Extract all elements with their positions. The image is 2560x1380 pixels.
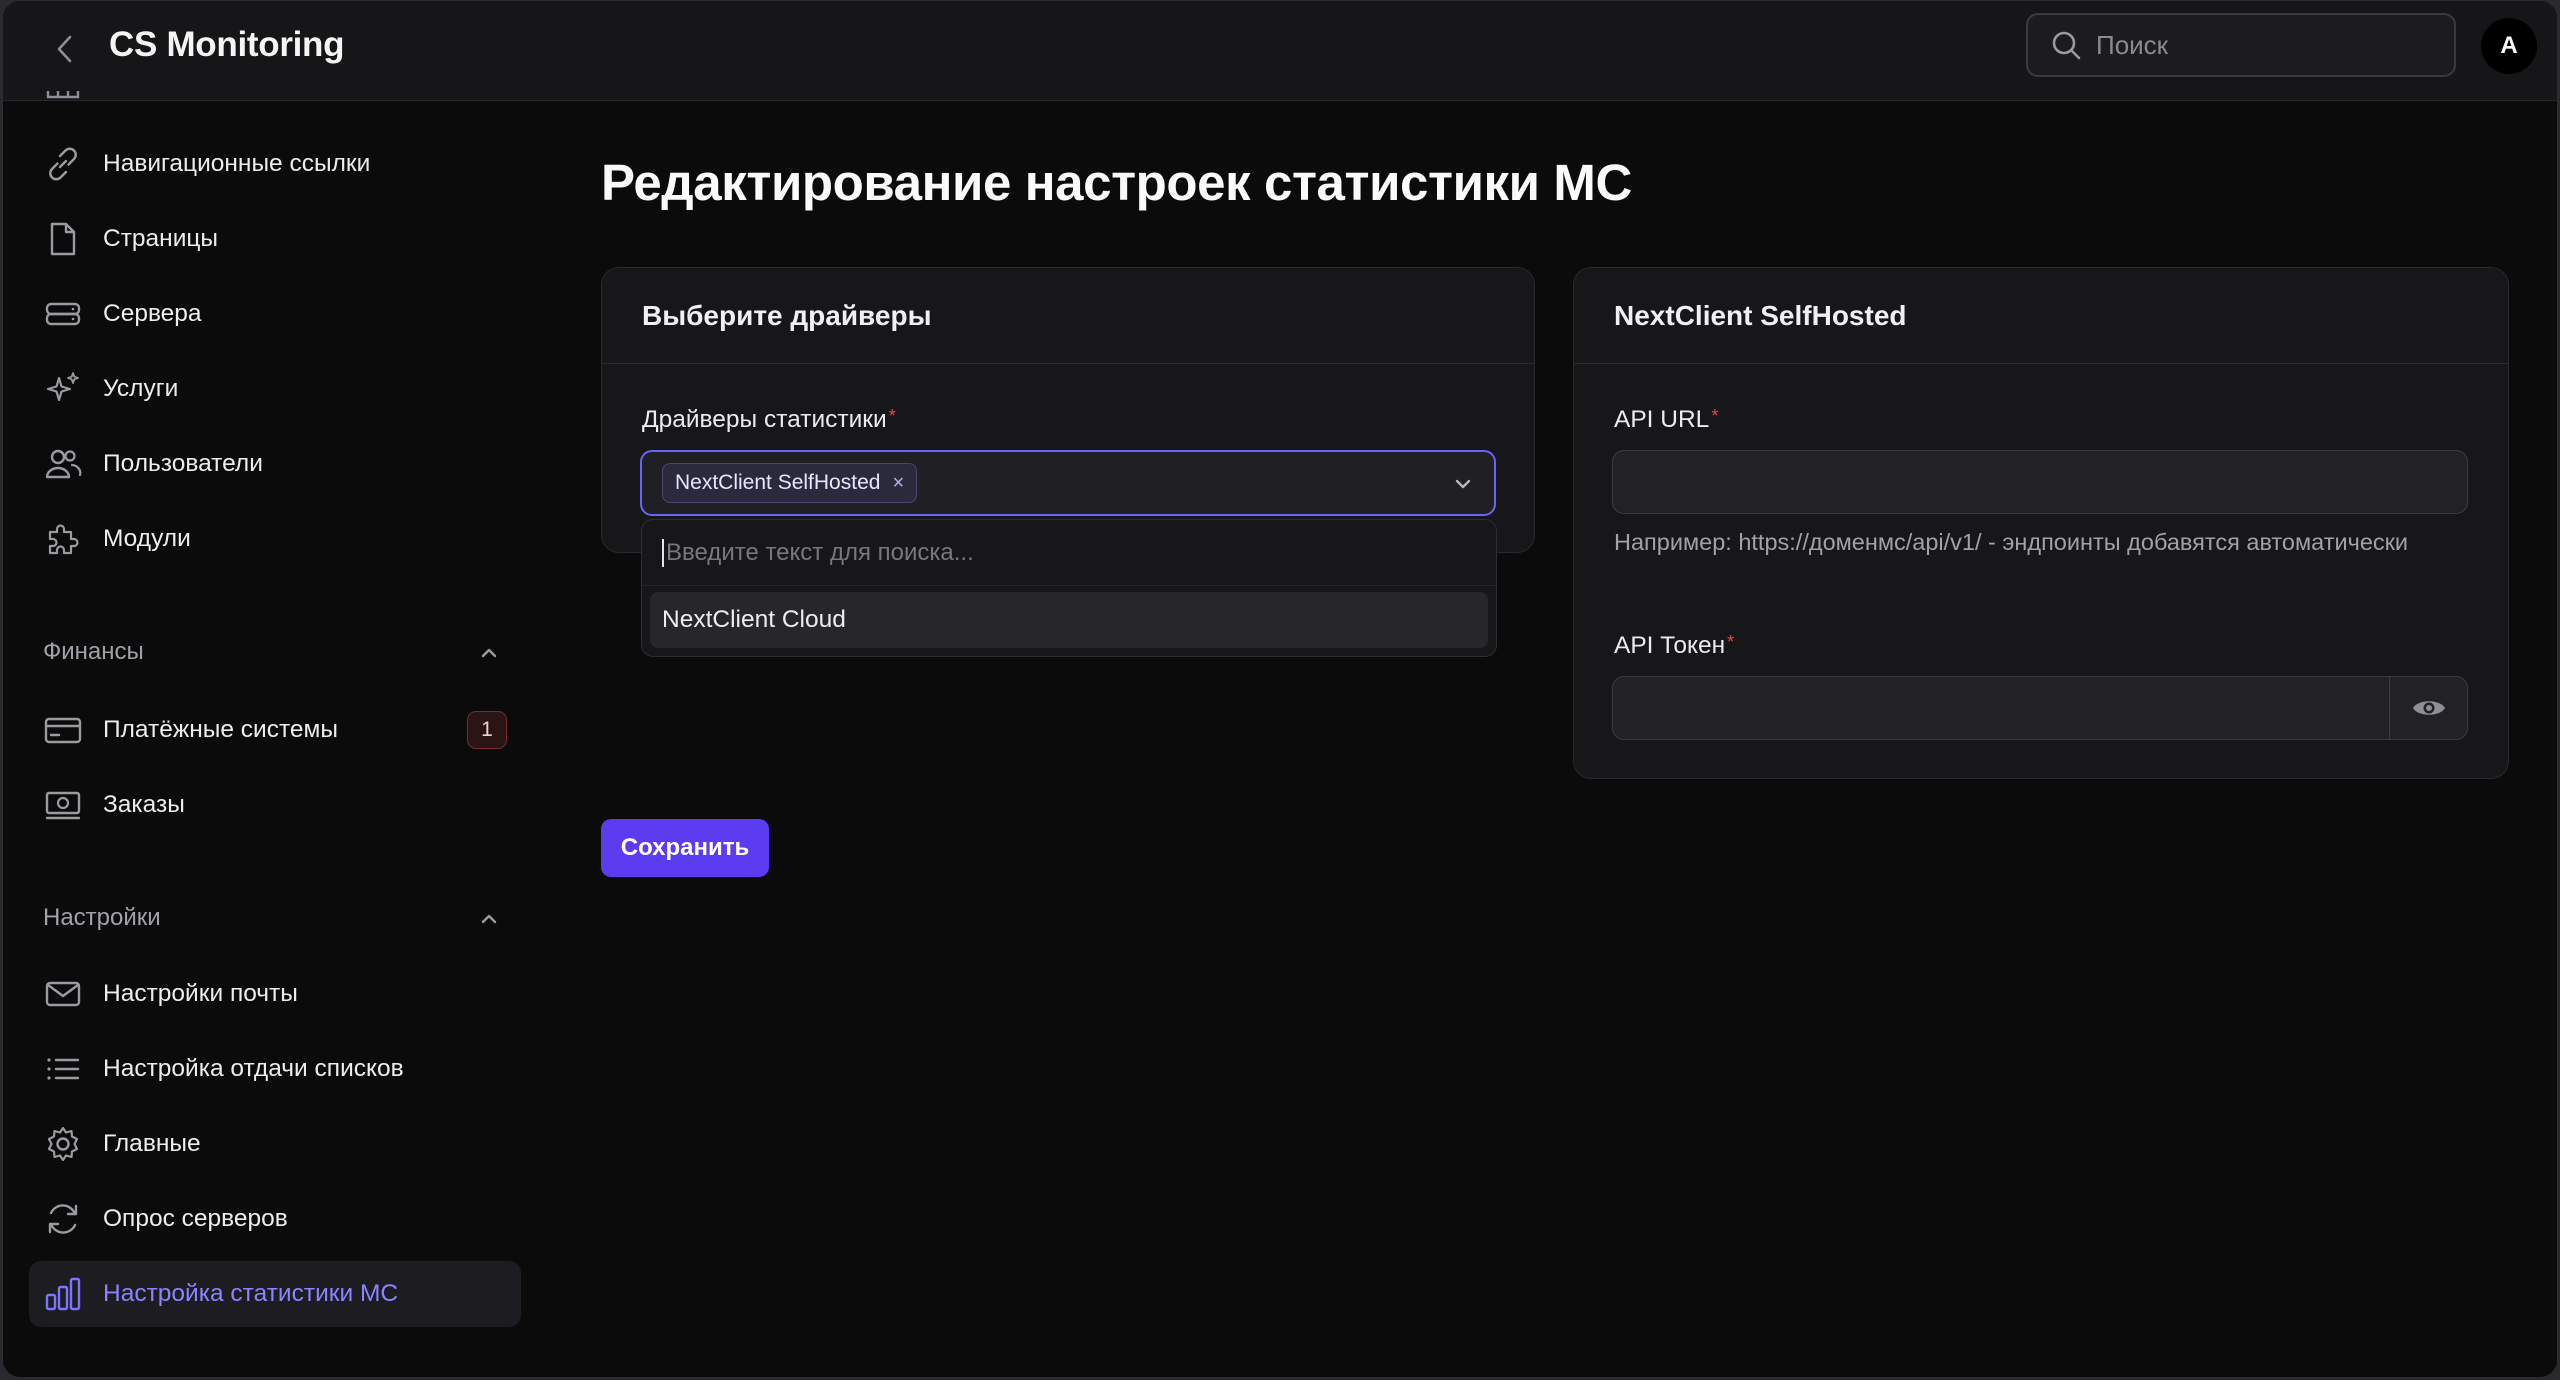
save-button[interactable]: Сохранить [601,819,769,877]
selected-chip: NextClient SelfHosted × [662,463,918,503]
drivers-dropdown: NextClient Cloud [641,519,1497,657]
card-heading: Выберите драйверы [602,268,1534,364]
api-token-field[interactable] [1612,676,2468,740]
sidebar-item-label: Модули [103,525,191,552]
back-button[interactable] [43,27,87,71]
eye-icon [2412,701,2445,715]
sidebar-item-orders[interactable]: Заказы [29,772,521,838]
server-icon [43,294,83,334]
partial-nav-icon [45,91,81,107]
sidebar-item-label: Платёжные системы [103,716,339,743]
envelope-icon [43,974,83,1014]
drivers-multiselect[interactable]: NextClient SelfHosted × [640,450,1496,516]
chip-label: NextClient SelfHosted [675,471,881,494]
chevron-up-icon[interactable] [477,907,501,931]
sidebar-item-label: Настройка отдачи списков [103,1055,404,1082]
sidebar: Навигационные ссылки Страницы Сервера Ус… [3,91,533,1377]
sidebar-item-modules[interactable]: Модули [29,506,521,572]
group-title-finance: Финансы [43,638,144,665]
list-icon [43,1049,83,1089]
required-marker: * [1727,632,1735,652]
group-title-settings: Настройки [43,904,161,931]
sidebar-item-server-polling[interactable]: Опрос серверов [29,1186,521,1252]
card-heading: NextClient SelfHosted [1574,268,2508,364]
top-bar: CS Monitoring A [3,1,2557,101]
chart-bar-icon [43,1274,83,1314]
api-url-label-text: API URL [1614,406,1710,433]
required-marker: * [888,406,896,426]
api-token-label: API Токен * [1614,632,1734,660]
app-window: CS Monitoring A Навигационные ссылки Стр… [2,0,2558,1378]
sidebar-item-payment-systems[interactable]: Платёжные системы 1 [29,697,521,763]
sidebar-item-label: Главные [103,1130,201,1157]
api-url-input[interactable] [1613,451,2467,513]
refresh-icon [43,1199,83,1239]
users-icon [43,444,83,484]
cash-icon [43,785,83,825]
dropdown-search-input[interactable] [666,538,1446,567]
sidebar-item-label: Заказы [103,791,185,818]
sidebar-item-mc-stats-settings[interactable]: Настройка статистики МС [29,1261,521,1327]
sidebar-item-pages[interactable]: Страницы [29,206,521,272]
sidebar-item-label: Навигационные ссылки [103,150,371,177]
sidebar-item-label: Сервера [103,300,202,327]
field-label: Драйверы статистики * [642,406,896,434]
sidebar-item-label: Настройка статистики МС [103,1280,399,1307]
sidebar-item-label: Услуги [103,375,179,402]
drivers-card: Выберите драйверы Драйверы статистики * N… [601,267,1535,553]
sidebar-item-mail-settings[interactable]: Настройки почты [29,961,521,1027]
dropdown-search[interactable] [642,520,1496,586]
sparkles-icon [43,369,83,409]
sidebar-item-label: Страницы [103,225,219,252]
sidebar-item-label: Настройки почты [103,980,298,1007]
chevron-down-icon[interactable] [1450,471,1476,497]
api-url-hint: Например: https://доменмс/api/v1/ - эндп… [1614,529,2409,555]
toggle-visibility-button[interactable] [2389,677,2467,739]
search-input[interactable] [2096,29,2436,61]
sidebar-item-users[interactable]: Пользователи [29,431,521,497]
text-caret [662,538,664,567]
document-icon [43,219,83,259]
search-icon [2052,31,2081,60]
count-badge: 1 [467,711,507,749]
credit-card-icon [43,710,83,750]
puzzle-icon [43,519,83,559]
global-search[interactable] [2026,13,2456,77]
sidebar-item-general[interactable]: Главные [29,1111,521,1177]
chevron-up-icon[interactable] [477,641,501,665]
api-url-label: API URL * [1614,406,1718,434]
gear-icon [43,1124,83,1164]
chevron-left-icon [57,35,72,63]
link-icon [43,144,83,184]
api-token-input[interactable] [1613,677,2383,739]
required-marker: * [1711,406,1719,426]
sidebar-item-nav-links[interactable]: Навигационные ссылки [29,131,521,197]
sidebar-item-label: Опрос серверов [103,1205,288,1232]
api-url-field[interactable] [1612,450,2468,514]
sidebar-item-list-settings[interactable]: Настройка отдачи списков [29,1036,521,1102]
selfhosted-card: NextClient SelfHosted API URL * Например:… [1573,267,2509,779]
user-avatar[interactable]: A [2481,18,2537,74]
app-title: CS Monitoring [109,25,345,64]
sidebar-item-services[interactable]: Услуги [29,356,521,422]
dropdown-option[interactable]: NextClient Cloud [650,592,1488,648]
sidebar-item-servers[interactable]: Сервера [29,281,521,347]
chip-remove-icon[interactable]: × [892,472,904,495]
page-title: Редактирование настроек статистики МС [601,154,1632,211]
api-token-label-text: API Токен [1614,632,1726,659]
sidebar-item-label: Пользователи [103,450,263,477]
field-label-text: Драйверы статистики [642,406,887,433]
